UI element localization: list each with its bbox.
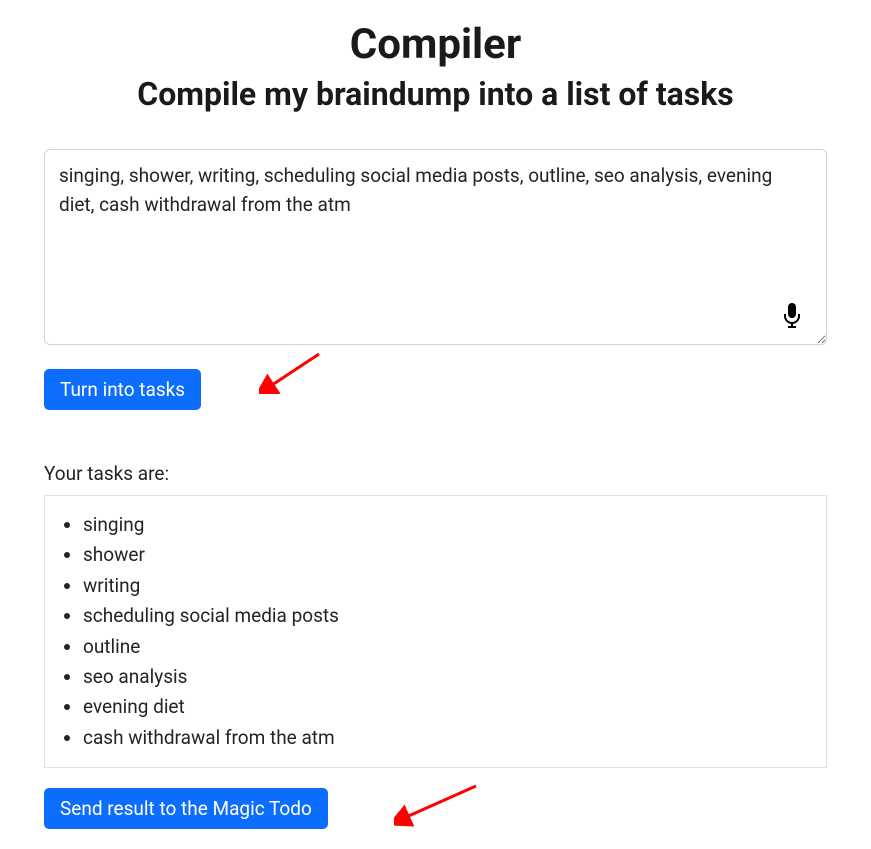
tasks-list: singing shower writing scheduling social… bbox=[65, 510, 806, 753]
page-title: Compiler bbox=[44, 20, 827, 69]
list-item: shower bbox=[83, 540, 806, 570]
tasks-box: singing shower writing scheduling social… bbox=[44, 495, 827, 768]
list-item: writing bbox=[83, 571, 806, 601]
list-item: scheduling social media posts bbox=[83, 601, 806, 631]
send-button-row: Send result to the Magic Todo bbox=[44, 788, 827, 829]
list-item: seo analysis bbox=[83, 662, 806, 692]
list-item: singing bbox=[83, 510, 806, 540]
turn-into-tasks-button[interactable]: Turn into tasks bbox=[44, 369, 201, 410]
list-item: evening diet bbox=[83, 692, 806, 722]
compile-button-row: Turn into tasks bbox=[44, 369, 827, 436]
page-subtitle: Compile my braindump into a list of task… bbox=[44, 75, 827, 113]
braindump-input[interactable] bbox=[44, 149, 827, 345]
send-to-magic-todo-button[interactable]: Send result to the Magic Todo bbox=[44, 788, 328, 829]
main-container: Compiler Compile my braindump into a lis… bbox=[0, 0, 871, 849]
tasks-label: Your tasks are: bbox=[44, 462, 827, 485]
annotation-arrow-icon bbox=[259, 349, 329, 394]
list-item: outline bbox=[83, 632, 806, 662]
list-item: cash withdrawal from the atm bbox=[83, 723, 806, 753]
microphone-icon[interactable] bbox=[783, 303, 801, 327]
annotation-arrow-icon bbox=[394, 778, 484, 828]
textarea-wrapper bbox=[44, 149, 827, 349]
